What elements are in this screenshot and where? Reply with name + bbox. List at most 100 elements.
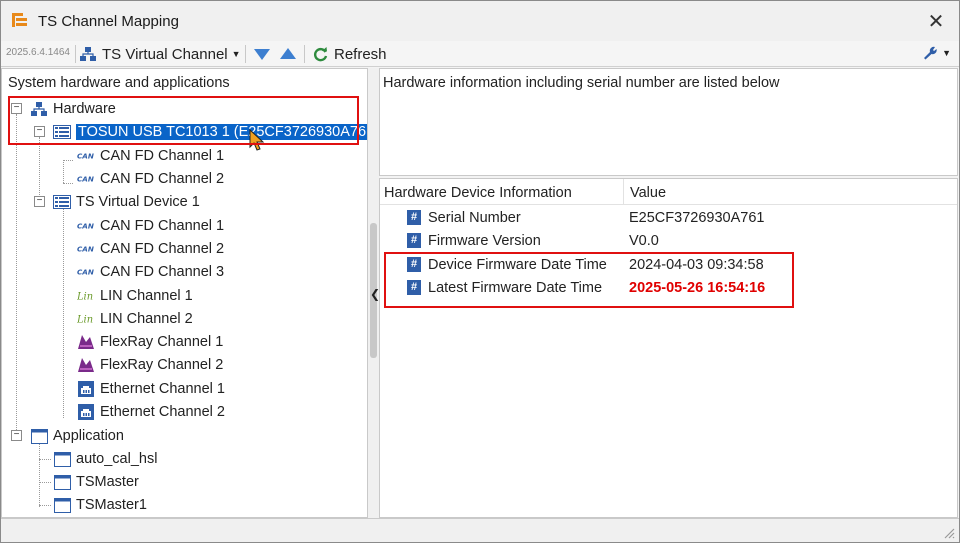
tree-node-label: Application — [53, 428, 124, 444]
toolbar-separator — [245, 45, 246, 63]
device-icon — [53, 123, 71, 141]
tree-node-label: CAN FD Channel 1 — [100, 148, 225, 164]
info-description: Hardware information including serial nu… — [383, 75, 780, 91]
property-name: Latest Firmware Date Time — [428, 280, 603, 296]
tree-node-app-tsmaster[interactable]: TSMaster — [53, 471, 139, 493]
tree-connector — [39, 459, 51, 460]
collapse-toggle[interactable]: − — [34, 126, 45, 137]
tree-connector — [16, 114, 17, 432]
channel-type-dropdown[interactable]: TS Virtual Channel ▼ — [79, 44, 241, 64]
window-title: TS Channel Mapping — [38, 13, 179, 30]
tree-node-virtual-device[interactable]: TS Virtual Device 1 — [53, 191, 200, 213]
grid-row-device-firmware-date[interactable]: # Device Firmware Date Time 2024-04-03 0… — [380, 254, 957, 277]
refresh-label: Refresh — [334, 45, 387, 63]
tree-node-virtual-eth1[interactable]: Ethernet Channel 1 — [77, 378, 225, 400]
hardware-network-icon — [30, 100, 48, 118]
hash-icon: # — [407, 280, 421, 295]
hardware-tree-panel: System hardware and applications − Hardw… — [1, 68, 368, 518]
tree-node-virtual-can3[interactable]: CAN CAN FD Channel 3 — [77, 261, 224, 283]
resize-grip-icon[interactable] — [943, 527, 955, 539]
grid-row-latest-firmware-date[interactable]: # Latest Firmware Date Time 2025-05-26 1… — [380, 277, 957, 300]
tree-panel-header: System hardware and applications — [8, 75, 230, 91]
tree-node-app-auto-cal-hsl[interactable]: auto_cal_hsl — [53, 448, 157, 470]
hash-icon: # — [407, 233, 421, 248]
can-icon: CAN — [77, 170, 95, 188]
svg-text:Lin: Lin — [77, 315, 93, 325]
tree-connector — [39, 505, 51, 506]
collapse-toggle[interactable]: − — [11, 430, 22, 441]
svg-text:CAN: CAN — [77, 222, 94, 231]
tree-node-app-tsmaster1[interactable]: TSMaster1 — [53, 494, 147, 516]
hash-icon: # — [407, 257, 421, 272]
column-header-info[interactable]: Hardware Device Information — [384, 185, 572, 201]
tree-node-label: TS Virtual Device 1 — [76, 194, 200, 210]
tree-connector — [39, 482, 51, 483]
channel-type-label: TS Virtual Channel — [102, 45, 228, 63]
tree-node-label: TOSUN USB TC1013 1 (E25CF3726930A761) — [76, 124, 367, 140]
window-icon — [53, 473, 71, 491]
tree-node-label: CAN FD Channel 1 — [100, 218, 225, 234]
tree-node-label: CAN FD Channel 3 — [100, 264, 225, 280]
title-bar: TS Channel Mapping ✕ — [1, 1, 959, 41]
property-value: E25CF3726930A761 — [629, 210, 765, 226]
lin-icon: Lin — [77, 310, 95, 328]
collapse-toggle[interactable]: − — [34, 196, 45, 207]
tree-node-virtual-flexray1[interactable]: FlexRay Channel 1 — [77, 331, 223, 353]
close-button[interactable]: ✕ — [921, 7, 951, 35]
tree-connector — [63, 160, 64, 183]
tree-node-hardware[interactable]: Hardware — [30, 98, 116, 120]
tree-node-label: LIN Channel 2 — [100, 311, 193, 327]
mouse-cursor-icon — [249, 129, 265, 151]
tree-node-virtual-flexray2[interactable]: FlexRay Channel 2 — [77, 354, 223, 376]
tree-node-virtual-eth2[interactable]: Ethernet Channel 2 — [77, 401, 225, 423]
grid-row-firmware-version[interactable]: # Firmware Version V0.0 — [380, 230, 957, 253]
toolbar-separator — [304, 45, 305, 63]
tree-node-virtual-lin2[interactable]: Lin LIN Channel 2 — [77, 308, 193, 330]
tree-node-label: FlexRay Channel 2 — [100, 357, 224, 373]
move-down-icon[interactable] — [253, 46, 271, 62]
tree-node-application[interactable]: Application — [30, 425, 124, 447]
app-icon — [12, 13, 27, 27]
tree-node-virtual-lin1[interactable]: Lin LIN Channel 1 — [77, 285, 193, 307]
column-header-value[interactable]: Value — [630, 185, 666, 201]
device-icon — [53, 193, 71, 211]
ethernet-icon — [77, 380, 95, 398]
property-value: V0.0 — [629, 233, 659, 249]
tree-connector — [63, 160, 73, 161]
tree-node-virtual-can2[interactable]: CAN CAN FD Channel 2 — [77, 238, 224, 260]
property-name: Device Firmware Date Time — [428, 257, 607, 273]
property-value: 2024-04-03 09:34:58 — [629, 257, 764, 273]
can-icon: CAN — [77, 147, 95, 165]
grid-row-serial[interactable]: # Serial Number E25CF3726930A761 — [380, 207, 957, 230]
tree-node-label: Ethernet Channel 1 — [100, 381, 225, 397]
toolbar-separator — [75, 45, 76, 63]
wrench-icon — [924, 46, 937, 60]
property-name: Serial Number — [428, 210, 521, 226]
tree-node-virtual-can1[interactable]: CAN CAN FD Channel 1 — [77, 215, 224, 237]
tree-node-tosun-can2[interactable]: CAN CAN FD Channel 2 — [77, 168, 224, 190]
refresh-button[interactable]: Refresh — [312, 44, 387, 64]
window-icon — [30, 427, 48, 445]
grid-header: Hardware Device Information Value — [380, 179, 957, 205]
column-divider[interactable] — [623, 179, 624, 205]
hash-icon: # — [407, 210, 421, 225]
can-icon: CAN — [77, 217, 95, 235]
version-label: 2025.6.4.1464 — [6, 47, 70, 58]
can-icon: CAN — [77, 240, 95, 258]
tree-connector — [39, 442, 40, 507]
flexray-icon — [77, 333, 95, 351]
ethernet-icon — [77, 403, 95, 421]
tree-node-label: FlexRay Channel 1 — [100, 334, 224, 350]
collapse-toggle[interactable]: − — [11, 103, 22, 114]
window-icon — [53, 450, 71, 468]
tree-node-tosun-device[interactable]: TOSUN USB TC1013 1 (E25CF3726930A761) — [53, 121, 367, 143]
property-value: 2025-05-26 16:54:16 — [629, 280, 766, 296]
tools-menu-button[interactable]: ▼ — [922, 45, 951, 61]
svg-text:CAN: CAN — [77, 152, 94, 161]
property-name: Firmware Version — [428, 233, 541, 249]
svg-text:CAN: CAN — [77, 175, 94, 184]
tree-node-tosun-can1[interactable]: CAN CAN FD Channel 1 — [77, 145, 224, 167]
move-up-icon[interactable] — [279, 46, 297, 62]
channel-mapping-window: TS Channel Mapping ✕ 2025.6.4.1464 TS Vi… — [0, 0, 960, 543]
chevron-down-icon: ▼ — [942, 48, 951, 58]
